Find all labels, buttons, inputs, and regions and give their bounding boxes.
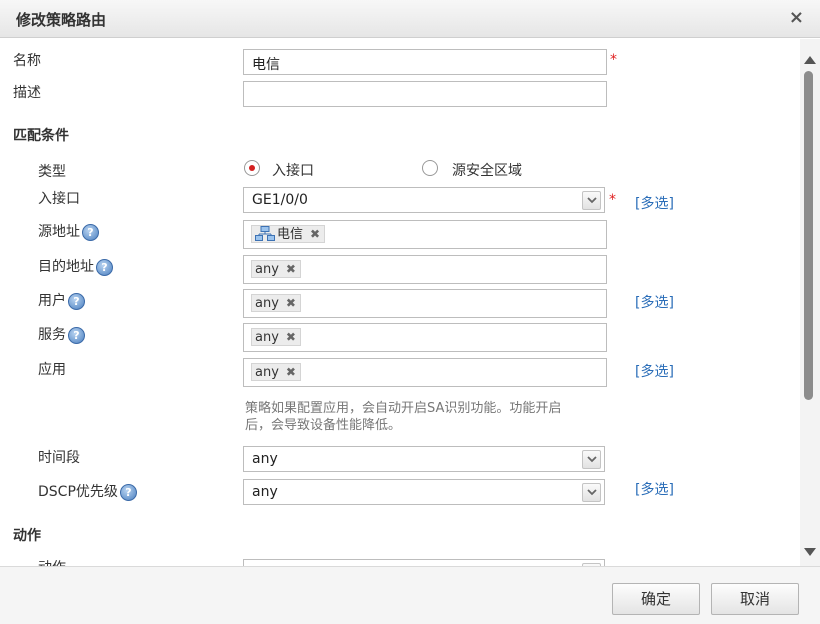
user-label-text: 用户	[38, 293, 66, 309]
cancel-button[interactable]: 取消	[711, 583, 799, 615]
action-label: 动作	[38, 557, 66, 566]
help-icon[interactable]: ?	[68, 326, 85, 344]
dscp-select[interactable]: any	[243, 479, 605, 505]
help-icon[interactable]: ?	[119, 483, 137, 501]
destination-address-tag: any ✖	[251, 260, 301, 278]
application-tag-label: any	[255, 365, 279, 380]
destination-address-tag-label: any	[255, 262, 279, 277]
source-address-label: 源地址?	[38, 221, 99, 241]
user-multi-select-link[interactable]: [多选]	[635, 292, 674, 312]
dscp-value: any	[252, 484, 278, 500]
description-label: 描述	[13, 85, 41, 101]
chevron-down-icon[interactable]	[582, 191, 601, 210]
chevron-down-icon[interactable]	[582, 450, 601, 469]
source-address-label-text: 源地址	[38, 224, 80, 240]
ingress-required-mark: *	[609, 192, 616, 208]
source-address-input[interactable]: 电信 ✖	[243, 220, 607, 249]
remove-tag-icon[interactable]: ✖	[286, 330, 296, 344]
dscp-label-text: DSCP优先级	[38, 484, 118, 500]
chevron-down-icon[interactable]	[582, 483, 601, 502]
description-input[interactable]	[243, 81, 607, 107]
close-icon[interactable]: ×	[789, 7, 804, 28]
ingress-interface-label: 入接口	[38, 191, 80, 207]
match-conditions-heading: 匹配条件	[13, 128, 69, 144]
name-required-mark: *	[610, 52, 617, 68]
name-input-value: 电信	[252, 57, 280, 73]
remove-tag-icon[interactable]: ✖	[310, 227, 320, 241]
service-label: 服务?	[38, 324, 85, 344]
ingress-multi-select-link[interactable]: [多选]	[635, 193, 674, 213]
application-label: 应用	[38, 362, 66, 378]
application-multi-select-link[interactable]: [多选]	[635, 361, 674, 381]
time-range-select[interactable]: any	[243, 446, 605, 472]
type-option-source-zone-label[interactable]: 源安全区域	[452, 160, 522, 180]
user-input[interactable]: any ✖	[243, 289, 607, 318]
source-address-tag: 电信 ✖	[251, 225, 326, 243]
scroll-up-icon[interactable]	[804, 52, 816, 68]
remove-tag-icon[interactable]: ✖	[286, 296, 296, 310]
network-icon	[255, 226, 275, 242]
application-hint-line-1: 策略如果配置应用，会自动开启SA识别功能。功能开启	[245, 401, 562, 416]
source-address-tag-label: 电信	[277, 227, 304, 242]
remove-tag-icon[interactable]: ✖	[286, 365, 296, 379]
scrollbar-thumb[interactable]	[804, 71, 813, 400]
application-input[interactable]: any ✖	[243, 358, 607, 387]
service-label-text: 服务	[38, 327, 66, 343]
type-label: 类型	[38, 164, 66, 180]
dialog-content: 名称 电信 * 描述 匹配条件 类型 入接口 源安全区域 入接口 GE1/0/0…	[0, 39, 800, 566]
dscp-multi-select-link[interactable]: [多选]	[635, 479, 674, 499]
dialog-footer: 确定 取消	[0, 566, 820, 624]
destination-address-label-text: 目的地址	[38, 259, 94, 275]
vertical-scrollbar[interactable]	[800, 39, 820, 566]
type-option-ingress-label[interactable]: 入接口	[272, 160, 314, 180]
remove-tag-icon[interactable]: ✖	[286, 262, 296, 276]
type-radio-source-zone[interactable]	[422, 160, 438, 176]
help-icon[interactable]: ?	[68, 292, 85, 310]
scroll-down-icon[interactable]	[804, 545, 816, 561]
application-hint-line-2: 后，会导致设备性能降低。	[245, 418, 402, 433]
action-select[interactable]	[243, 559, 605, 566]
name-label: 名称	[13, 53, 41, 69]
name-input[interactable]: 电信	[243, 49, 607, 75]
application-tag: any ✖	[251, 363, 301, 381]
ok-button[interactable]: 确定	[612, 583, 700, 615]
ingress-interface-value: GE1/0/0	[252, 192, 308, 208]
time-range-label: 时间段	[38, 450, 80, 466]
service-tag-label: any	[255, 330, 279, 345]
service-tag: any ✖	[251, 328, 301, 346]
help-icon[interactable]: ?	[82, 223, 99, 241]
action-heading: 动作	[13, 528, 41, 544]
dialog-title: 修改策略路由	[16, 11, 107, 29]
user-label: 用户?	[38, 290, 85, 310]
dialog-titlebar: 修改策略路由 ×	[0, 0, 820, 38]
destination-address-input[interactable]: any ✖	[243, 255, 607, 284]
destination-address-label: 目的地址?	[38, 256, 113, 276]
time-range-value: any	[252, 451, 278, 467]
ingress-interface-select[interactable]: GE1/0/0	[243, 187, 605, 213]
service-input[interactable]: any ✖	[243, 323, 607, 352]
help-icon[interactable]: ?	[96, 258, 113, 276]
dscp-label: DSCP优先级?	[38, 481, 137, 501]
user-tag: any ✖	[251, 294, 301, 312]
user-tag-label: any	[255, 296, 279, 311]
type-radio-ingress[interactable]	[244, 160, 260, 176]
